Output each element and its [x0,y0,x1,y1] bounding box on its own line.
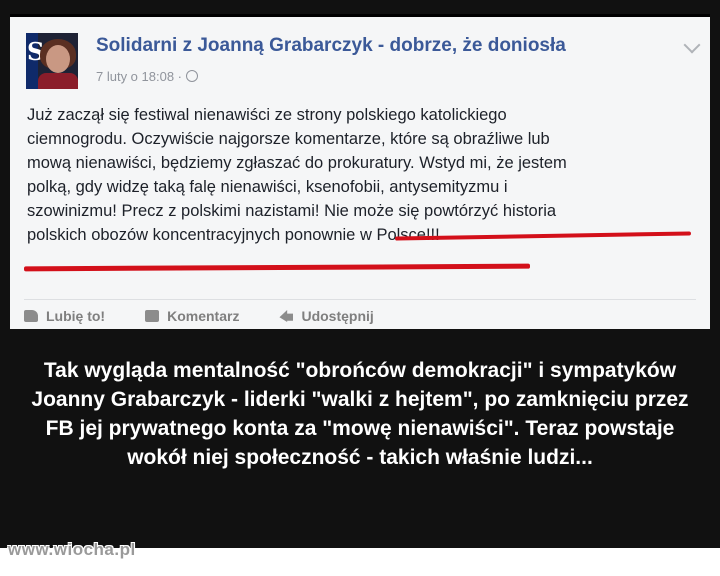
site-watermark: www.wiocha.pl [8,540,136,559]
meme-caption: Tak wygląda mentalność "obrońców demokra… [31,359,689,469]
red-underline-mark [23,263,531,272]
comment-label: Komentarz [167,308,240,324]
post-body: Już zaczął się festiwal nienawiści ze st… [27,103,697,247]
chevron-down-icon[interactable] [683,36,701,54]
post-line: mową nienawiści, będziemy zgłaszać do pr… [27,154,567,172]
post-actions: Lubię to! Komentarz Udostępnij [24,307,374,325]
like-button[interactable]: Lubię to! [24,308,105,324]
timestamp-text: 7 lutу o 18:08 · [96,69,182,84]
post-line: Już zaczął się festiwal nienawiści ze st… [27,106,507,124]
actions-divider [24,299,696,300]
share-icon [279,310,294,322]
post-timestamp[interactable]: 7 lutу o 18:08 · [96,69,198,84]
image-frame: S Solidarni z Joanną Grabarczyk - dobrze… [0,0,720,576]
share-button[interactable]: Udostępnij [279,308,374,324]
page-name-link[interactable]: Solidarni z Joanną Grabarczyk - dobrze, … [96,35,566,57]
post-line: szowinizmu! Precz z polskimi nazistami! … [27,202,557,220]
facebook-post-card: S Solidarni z Joanną Grabarczyk - dobrze… [10,14,710,329]
like-label: Lubię to! [46,308,106,324]
comment-button[interactable]: Komentarz [145,308,239,324]
avatar-face [46,45,70,73]
avatar-body [38,73,78,89]
post-line: ciemnogrodu. Oczywiście najgorsze koment… [27,130,550,148]
thumbs-up-icon [24,310,38,322]
comment-icon [145,310,160,322]
page-avatar[interactable]: S [26,33,78,89]
post-line: polką, gdy widzę taką falę nienawiści, k… [27,178,508,196]
share-label: Udostępnij [301,308,374,324]
globe-icon [186,70,198,82]
